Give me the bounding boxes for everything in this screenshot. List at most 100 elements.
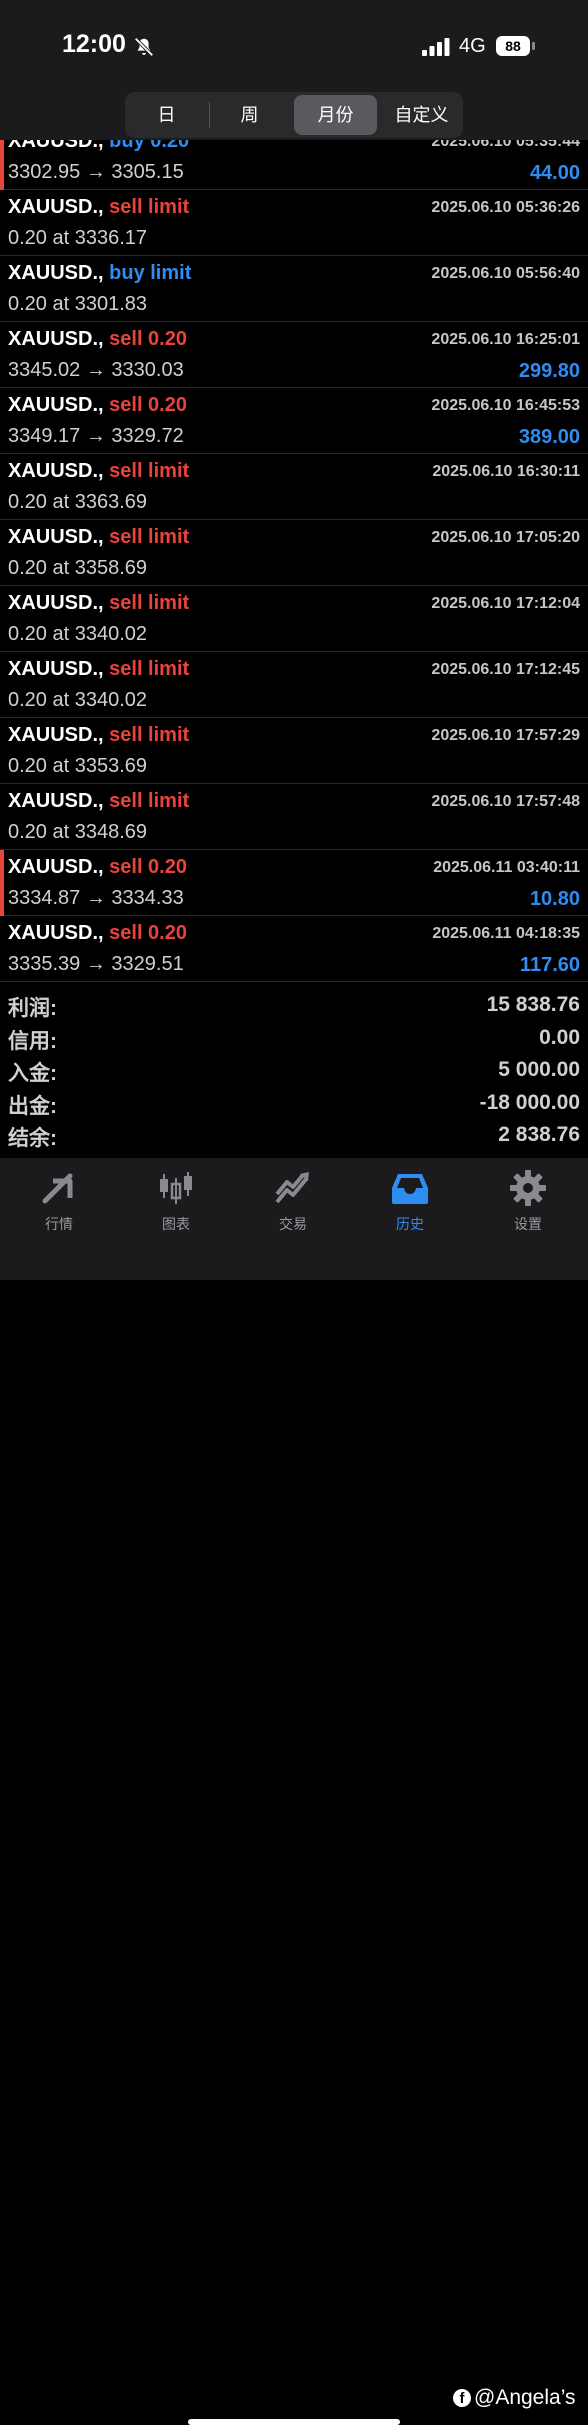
order-symbol: XAUUSD., [8, 856, 104, 878]
order-row[interactable]: XAUUSD., sell limit 2025.06.10 17:05:20 0.… [0, 520, 588, 586]
summary-balance: 结余: 2 838.76 [0, 1118, 588, 1151]
order-title: XAUUSD., sell 0.20 [8, 328, 187, 351]
order-time: 2025.06.10 17:57:29 [431, 727, 580, 744]
order-title: XAUUSD., sell limit [8, 526, 189, 549]
order-time: 2025.06.10 17:57:48 [431, 793, 580, 810]
order-row[interactable]: XAUUSD., buy limit 2025.06.10 05:56:40 0.2… [0, 256, 588, 322]
order-title: XAUUSD., sell limit [8, 460, 189, 483]
period-segmented-control: 日 周 月份 自定义 [125, 92, 463, 138]
order-symbol: XAUUSD., [8, 922, 104, 944]
period-tab-month[interactable]: 月份 [294, 95, 377, 135]
summary-value: 0.00 [539, 1025, 580, 1049]
tab-chart[interactable]: 图表 [117, 1168, 235, 1238]
order-side: sell 0.20 [109, 394, 187, 416]
order-row[interactable]: XAUUSD., sell limit 2025.06.10 17:57:48 0.… [0, 784, 588, 850]
quotes-arrows-icon [42, 1173, 73, 1204]
order-title: XAUUSD., sell limit [8, 658, 189, 681]
order-side: buy 0.20 [109, 140, 190, 152]
order-side: buy limit [109, 262, 192, 284]
summary-label: 信用: [8, 1029, 57, 1053]
order-row[interactable]: XAUUSD., sell limit 2025.06.10 05:36:26 0.… [0, 190, 588, 256]
bottom-tab-bar: 行情 图表 交易 历史 设置 f @Angela’s [0, 1158, 588, 2425]
order-profit: 389.00 [518, 426, 580, 448]
order-detail: 3334.87 → 3334.33 [8, 887, 184, 909]
order-side: sell limit [109, 196, 190, 218]
period-selector-bar: 日 周 月份 自定义 [0, 90, 588, 140]
status-time: 12:00 [62, 30, 126, 58]
order-marker [0, 140, 4, 190]
order-symbol: XAUUSD., [8, 140, 104, 152]
order-time: 2025.06.10 17:12:04 [431, 595, 580, 612]
tab-quotes[interactable]: 行情 [0, 1168, 118, 1238]
order-detail: 0.20 at 3336.17 [8, 227, 148, 249]
order-title: XAUUSD., sell 0.20 [8, 922, 187, 945]
summary-deposit: 入金: 5 000.00 [0, 1053, 588, 1086]
order-row[interactable]: XAUUSD., sell limit 2025.06.10 17:57:29 0.… [0, 718, 588, 784]
bell-off-icon [134, 37, 154, 57]
summary-value: 15 838.76 [486, 993, 580, 1016]
order-side: sell limit [109, 724, 190, 746]
order-detail: 0.20 at 3301.83 [8, 293, 148, 315]
order-side: sell limit [109, 658, 190, 680]
order-detail: 3349.17 → 3329.72 [8, 425, 184, 447]
order-row[interactable]: XAUUSD., sell 0.20 2025.06.10 16:45:53 334… [0, 388, 588, 454]
order-detail: 0.20 at 3340.02 [8, 623, 148, 645]
order-row[interactable]: XAUUSD., sell 0.20 2025.06.11 03:40:11 333… [0, 850, 588, 916]
order-title: XAUUSD., sell limit [8, 790, 189, 813]
order-symbol: XAUUSD., [8, 724, 104, 746]
tab-history[interactable]: 历史 [351, 1168, 469, 1238]
status-bar: 12:00 4G 88 [0, 0, 588, 90]
order-detail: 3345.02 → 3330.03 [8, 359, 184, 381]
order-row[interactable]: XAUUSD., sell limit 2025.06.10 17:12:04 0.… [0, 586, 588, 652]
order-title: XAUUSD., buy 0.20 [8, 140, 189, 153]
candlestick-chart-icon [160, 1172, 192, 1204]
order-profit: 44.00 [529, 162, 580, 184]
order-side: sell limit [109, 460, 190, 482]
order-symbol: XAUUSD., [8, 460, 104, 482]
order-row[interactable]: XAUUSD., buy 0.20 2025.06.10 05:35:44 3302… [0, 140, 588, 190]
tab-label: 图表 [162, 1216, 190, 1232]
summary-credit: 信用: 0.00 [0, 1021, 588, 1054]
order-side: sell 0.20 [109, 856, 187, 878]
order-detail: 0.20 at 3363.69 [8, 491, 148, 513]
tab-settings[interactable]: 设置 [469, 1168, 587, 1238]
order-side: sell limit [109, 526, 190, 548]
order-side: sell 0.20 [109, 328, 187, 350]
summary-profit: 利润: 15 838.76 [0, 988, 588, 1021]
summary-value: -18 000.00 [479, 1090, 580, 1114]
watermark: f @Angela’s [453, 2386, 576, 2410]
order-history-list[interactable]: XAUUSD., buy 0.20 2025.06.10 05:35:44 3302… [0, 140, 588, 985]
order-side: sell limit [109, 790, 190, 812]
gear-icon [510, 1170, 546, 1206]
summary-value: 5 000.00 [498, 1058, 580, 1081]
period-tab-day[interactable]: 日 [125, 92, 208, 138]
order-time: 2025.06.10 16:25:01 [431, 331, 580, 348]
order-time: 2025.06.10 17:05:20 [431, 529, 580, 546]
period-tab-week[interactable]: 周 [208, 92, 291, 138]
network-type: 4G [459, 35, 486, 57]
order-detail: 3335.39 → 3329.51 [8, 953, 184, 975]
order-row[interactable]: XAUUSD., sell limit 2025.06.10 16:30:11 0.… [0, 454, 588, 520]
tab-label: 交易 [279, 1216, 307, 1232]
signal-strength-icon [422, 38, 450, 56]
battery-icon: 88 [496, 36, 535, 58]
order-row[interactable]: XAUUSD., sell 0.20 2025.06.11 04:18:35 333… [0, 916, 588, 982]
order-time: 2025.06.10 16:30:11 [432, 463, 580, 480]
order-title: XAUUSD., sell limit [8, 196, 189, 219]
order-side: sell limit [109, 592, 190, 614]
battery-level: 88 [496, 36, 530, 56]
segment-divider [209, 102, 210, 128]
order-history-rows: XAUUSD., buy 0.20 2025.06.10 05:35:44 3302… [0, 140, 588, 982]
period-tab-custom[interactable]: 自定义 [380, 92, 463, 138]
order-row[interactable]: XAUUSD., sell limit 2025.06.10 17:12:45 0.… [0, 652, 588, 718]
battery-tip [532, 42, 535, 50]
order-profit: 299.80 [518, 360, 580, 382]
order-profit: 117.60 [519, 954, 580, 976]
order-detail: 0.20 at 3353.69 [8, 755, 148, 777]
order-time: 2025.06.10 05:36:26 [431, 199, 580, 216]
tab-trade[interactable]: 交易 [234, 1168, 352, 1238]
order-symbol: XAUUSD., [8, 526, 104, 548]
order-row[interactable]: XAUUSD., sell 0.20 2025.06.10 16:25:01 334… [0, 322, 588, 388]
history-inbox-icon [392, 1174, 428, 1204]
order-marker [0, 850, 4, 916]
